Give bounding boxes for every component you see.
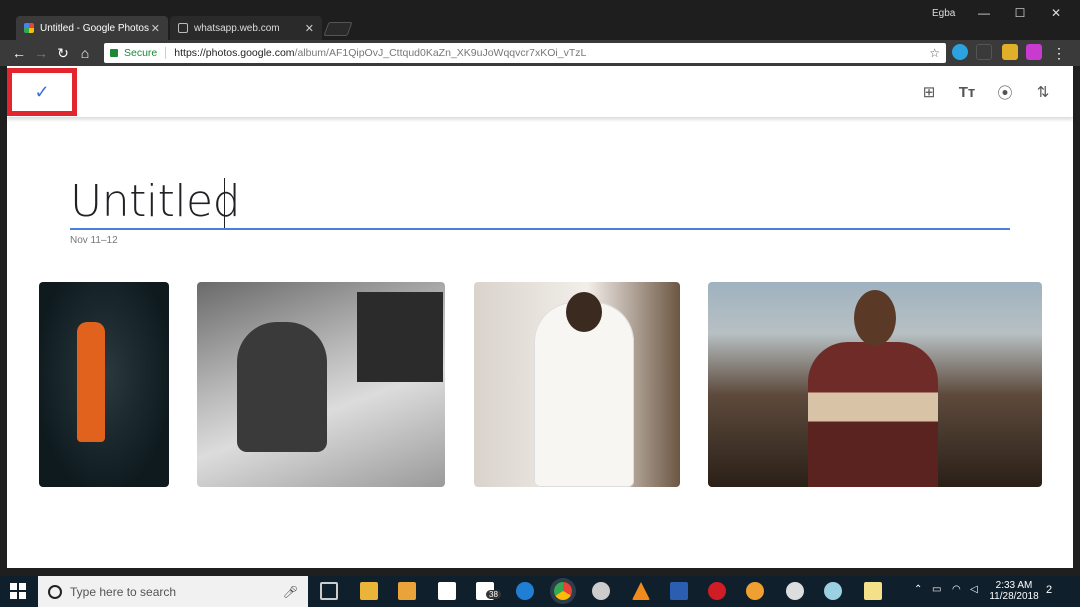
store-icon[interactable] xyxy=(438,582,456,600)
url-path: /album/AF1QipOvJ_Cttqud0KaZn_XK9uJoWqqvc… xyxy=(294,47,587,59)
app-icon[interactable] xyxy=(746,582,764,600)
file-explorer-icon[interactable] xyxy=(360,582,378,600)
google-photos-favicon-icon xyxy=(24,23,34,33)
tab-google-photos[interactable]: Untitled - Google Photos ✕ xyxy=(16,16,168,40)
photo-thumbnail[interactable] xyxy=(39,282,169,487)
home-button[interactable]: ⌂ xyxy=(74,42,96,64)
task-view-icon[interactable] xyxy=(320,582,338,600)
back-button[interactable]: ← xyxy=(8,42,30,64)
cortana-icon xyxy=(48,584,62,599)
browser-toolbar: ← → ↻ ⌂ Secure https://photos.google.com… xyxy=(0,40,1080,66)
minimize-button[interactable]: — xyxy=(966,0,1002,26)
url-host: https://photos.google.com xyxy=(174,47,295,59)
tab-whatsapp[interactable]: whatsapp.web.com ✕ xyxy=(170,16,322,40)
title-underline xyxy=(70,228,1010,230)
edge-browser-icon[interactable] xyxy=(516,582,534,600)
extension-icon[interactable] xyxy=(1002,44,1018,60)
photo-subject xyxy=(77,322,105,442)
secure-label: Secure xyxy=(124,47,158,59)
app-icon[interactable] xyxy=(592,582,610,600)
taskbar-search-input[interactable]: Type here to search 🎤︎ xyxy=(38,576,308,607)
notification-count: 2 xyxy=(1046,584,1053,596)
sort-icon[interactable]: ⇅ xyxy=(1031,80,1055,104)
lock-icon xyxy=(110,49,118,57)
photo-subject xyxy=(357,292,443,382)
volume-icon[interactable]: ◁ xyxy=(970,584,978,595)
photo-subject xyxy=(566,292,602,332)
browser-menu-icon[interactable]: ⋮ xyxy=(1048,42,1070,64)
windows-taskbar: Type here to search 🎤︎ 38 ⌃ ▭ ◠ ◁ 2:33 A… xyxy=(0,576,1080,607)
photo-thumbnail[interactable] xyxy=(197,282,445,487)
maximize-button[interactable]: ☐ xyxy=(1002,0,1038,26)
forward-button[interactable]: → xyxy=(30,42,52,64)
profile-name[interactable]: Egba xyxy=(932,8,955,19)
mail-icon[interactable]: 38 xyxy=(476,582,501,600)
clock-date: 11/28/2018 xyxy=(989,591,1039,602)
window-close-button[interactable]: ✕ xyxy=(1038,0,1074,26)
battery-icon[interactable]: ▭ xyxy=(932,584,941,595)
extension-icon[interactable] xyxy=(1026,44,1042,60)
google-photos-page: ✓ ⊞ Tт ⦿ ⇅ Untitled Nov 11–12 xyxy=(7,66,1073,568)
windows-start-icon[interactable] xyxy=(10,583,26,599)
close-tab-icon[interactable]: ✕ xyxy=(151,22,160,35)
album-date-range: Nov 11–12 xyxy=(70,235,118,246)
vlc-icon[interactable] xyxy=(632,582,650,600)
media-player-icon[interactable] xyxy=(398,582,416,600)
search-placeholder: Type here to search xyxy=(70,584,177,599)
address-bar[interactable]: Secure https://photos.google.com /album/… xyxy=(104,43,946,63)
reload-button[interactable]: ↻ xyxy=(52,42,74,64)
chrome-icon[interactable] xyxy=(554,582,572,600)
add-photos-icon[interactable]: ⊞ xyxy=(917,80,941,104)
done-button[interactable]: ✓ xyxy=(7,68,77,116)
close-tab-icon[interactable]: ✕ xyxy=(305,22,314,35)
photo-subject xyxy=(808,342,938,487)
photo-thumbnail[interactable] xyxy=(474,282,680,487)
divider xyxy=(165,47,167,59)
new-tab-button[interactable] xyxy=(323,22,353,36)
word-icon[interactable] xyxy=(670,582,688,600)
location-icon[interactable]: ⦿ xyxy=(993,80,1017,104)
clock[interactable]: 2:33 AM 11/28/2018 xyxy=(986,580,1042,602)
text-icon[interactable]: Tт xyxy=(955,80,979,104)
browser-titlebar: Untitled - Google Photos ✕ whatsapp.web.… xyxy=(0,0,1080,40)
tab-title: Untitled - Google Photos xyxy=(40,22,149,34)
album-edit-toolbar: ✓ ⊞ Tт ⦿ ⇅ xyxy=(7,66,1073,118)
photo-subject xyxy=(237,322,327,452)
folder-icon[interactable] xyxy=(864,582,882,600)
bookmark-star-icon[interactable]: ☆ xyxy=(929,46,940,60)
clock-time: 2:33 AM xyxy=(995,580,1033,591)
settings-gear-icon[interactable] xyxy=(786,582,804,600)
album-title-input[interactable]: Untitled xyxy=(70,176,241,227)
wifi-icon[interactable]: ◠ xyxy=(952,584,961,595)
text-cursor xyxy=(224,178,225,228)
opera-icon[interactable] xyxy=(708,582,726,600)
photo-subject xyxy=(854,290,896,346)
tray-chevron-icon[interactable]: ⌃ xyxy=(914,584,922,595)
extension-icon[interactable] xyxy=(976,44,992,60)
check-icon: ✓ xyxy=(34,81,50,102)
extension-icon[interactable] xyxy=(952,44,968,60)
page-icon xyxy=(178,23,188,33)
mail-badge: 38 xyxy=(486,590,501,599)
microphone-icon[interactable]: 🎤︎ xyxy=(283,585,298,599)
paint-icon[interactable] xyxy=(824,582,842,600)
photo-thumbnail[interactable] xyxy=(708,282,1042,487)
tab-title: whatsapp.web.com xyxy=(194,22,280,34)
notifications-icon[interactable]: 2 xyxy=(1046,584,1052,596)
